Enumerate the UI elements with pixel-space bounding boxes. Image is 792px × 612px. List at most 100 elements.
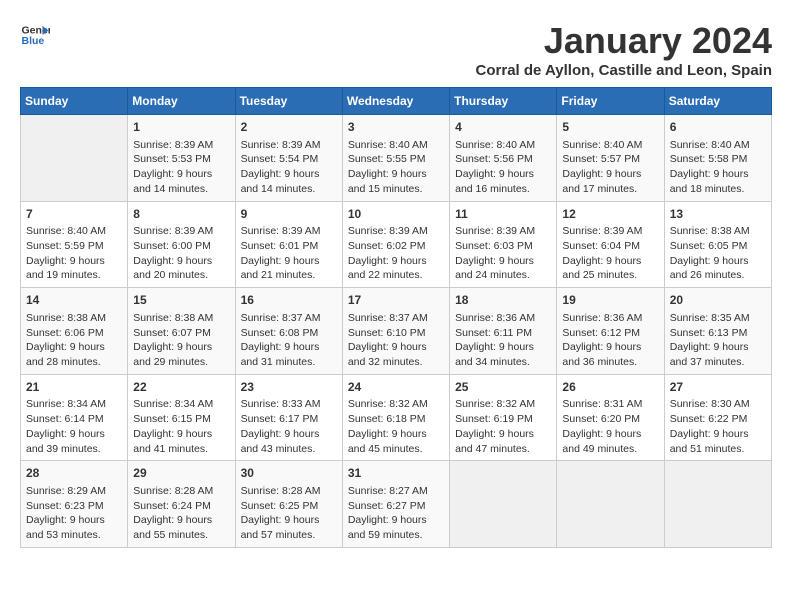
cell-info-line: Daylight: 9 hours	[241, 513, 337, 528]
day-number: 1	[133, 119, 229, 136]
cell-info-line: Sunrise: 8:28 AM	[133, 484, 229, 499]
cell-info-line: Sunrise: 8:34 AM	[133, 397, 229, 412]
cell-info-line: Sunrise: 8:39 AM	[562, 224, 658, 239]
calendar-cell: 19Sunrise: 8:36 AMSunset: 6:12 PMDayligh…	[557, 288, 664, 375]
cell-info-line: Sunrise: 8:34 AM	[26, 397, 122, 412]
day-number: 2	[241, 119, 337, 136]
day-number: 11	[455, 206, 551, 223]
cell-info-line: Daylight: 9 hours	[455, 340, 551, 355]
cell-info-line: Sunset: 6:10 PM	[348, 326, 444, 341]
cell-info-line: and 55 minutes.	[133, 528, 229, 543]
calendar-cell: 26Sunrise: 8:31 AMSunset: 6:20 PMDayligh…	[557, 374, 664, 461]
day-number: 4	[455, 119, 551, 136]
cell-info-line: Daylight: 9 hours	[670, 254, 766, 269]
calendar-cell: 28Sunrise: 8:29 AMSunset: 6:23 PMDayligh…	[21, 461, 128, 548]
week-row-2: 14Sunrise: 8:38 AMSunset: 6:06 PMDayligh…	[21, 288, 772, 375]
cell-info-line: Sunset: 6:20 PM	[562, 412, 658, 427]
cell-info-line: Sunset: 6:05 PM	[670, 239, 766, 254]
cell-info-line: Daylight: 9 hours	[133, 513, 229, 528]
day-number: 24	[348, 379, 444, 396]
cell-info-line: and 20 minutes.	[133, 268, 229, 283]
cell-info-line: Sunset: 6:15 PM	[133, 412, 229, 427]
cell-info-line: and 25 minutes.	[562, 268, 658, 283]
calendar-cell: 11Sunrise: 8:39 AMSunset: 6:03 PMDayligh…	[450, 201, 557, 288]
cell-info-line: Sunset: 5:54 PM	[241, 152, 337, 167]
day-number: 20	[670, 292, 766, 309]
cell-info-line: Sunset: 6:17 PM	[241, 412, 337, 427]
calendar-cell: 18Sunrise: 8:36 AMSunset: 6:11 PMDayligh…	[450, 288, 557, 375]
cell-info-line: Sunset: 6:11 PM	[455, 326, 551, 341]
cell-info-line: Sunrise: 8:40 AM	[455, 138, 551, 153]
calendar-cell: 8Sunrise: 8:39 AMSunset: 6:00 PMDaylight…	[128, 201, 235, 288]
cell-info-line: Sunset: 5:56 PM	[455, 152, 551, 167]
header-tuesday: Tuesday	[235, 88, 342, 115]
cell-info-line: Daylight: 9 hours	[133, 254, 229, 269]
day-number: 25	[455, 379, 551, 396]
calendar-cell: 20Sunrise: 8:35 AMSunset: 6:13 PMDayligh…	[664, 288, 771, 375]
day-number: 14	[26, 292, 122, 309]
calendar-cell: 9Sunrise: 8:39 AMSunset: 6:01 PMDaylight…	[235, 201, 342, 288]
cell-info-line: Daylight: 9 hours	[455, 167, 551, 182]
cell-info-line: Sunset: 6:01 PM	[241, 239, 337, 254]
calendar-table: SundayMondayTuesdayWednesdayThursdayFrid…	[20, 87, 772, 548]
day-number: 19	[562, 292, 658, 309]
cell-info-line: Sunset: 6:25 PM	[241, 499, 337, 514]
cell-info-line: Daylight: 9 hours	[348, 167, 444, 182]
cell-info-line: Daylight: 9 hours	[562, 254, 658, 269]
calendar-cell: 21Sunrise: 8:34 AMSunset: 6:14 PMDayligh…	[21, 374, 128, 461]
cell-info-line: Sunrise: 8:39 AM	[133, 138, 229, 153]
day-number: 18	[455, 292, 551, 309]
calendar-cell: 30Sunrise: 8:28 AMSunset: 6:25 PMDayligh…	[235, 461, 342, 548]
cell-info-line: Daylight: 9 hours	[348, 513, 444, 528]
calendar-cell: 17Sunrise: 8:37 AMSunset: 6:10 PMDayligh…	[342, 288, 449, 375]
logo: General Blue	[20, 20, 50, 50]
calendar-cell: 16Sunrise: 8:37 AMSunset: 6:08 PMDayligh…	[235, 288, 342, 375]
cell-info-line: Daylight: 9 hours	[670, 340, 766, 355]
cell-info-line: and 59 minutes.	[348, 528, 444, 543]
calendar-cell	[450, 461, 557, 548]
day-number: 31	[348, 465, 444, 482]
month-title: January 2024	[476, 20, 772, 62]
cell-info-line: and 45 minutes.	[348, 442, 444, 457]
cell-info-line: Sunrise: 8:39 AM	[241, 224, 337, 239]
cell-info-line: Sunset: 6:14 PM	[26, 412, 122, 427]
cell-info-line: and 43 minutes.	[241, 442, 337, 457]
calendar-body: 1Sunrise: 8:39 AMSunset: 5:53 PMDaylight…	[21, 115, 772, 548]
cell-info-line: Daylight: 9 hours	[26, 427, 122, 442]
cell-info-line: Sunrise: 8:40 AM	[562, 138, 658, 153]
cell-info-line: Daylight: 9 hours	[348, 254, 444, 269]
calendar-cell	[21, 115, 128, 202]
cell-info-line: and 14 minutes.	[241, 182, 337, 197]
cell-info-line: and 41 minutes.	[133, 442, 229, 457]
cell-info-line: and 32 minutes.	[348, 355, 444, 370]
day-number: 16	[241, 292, 337, 309]
cell-info-line: and 47 minutes.	[455, 442, 551, 457]
cell-info-line: and 22 minutes.	[348, 268, 444, 283]
cell-info-line: Sunset: 6:08 PM	[241, 326, 337, 341]
cell-info-line: Sunset: 6:07 PM	[133, 326, 229, 341]
day-number: 7	[26, 206, 122, 223]
cell-info-line: Daylight: 9 hours	[348, 340, 444, 355]
day-number: 17	[348, 292, 444, 309]
week-row-4: 28Sunrise: 8:29 AMSunset: 6:23 PMDayligh…	[21, 461, 772, 548]
day-number: 23	[241, 379, 337, 396]
day-number: 6	[670, 119, 766, 136]
day-number: 8	[133, 206, 229, 223]
calendar-cell: 15Sunrise: 8:38 AMSunset: 6:07 PMDayligh…	[128, 288, 235, 375]
cell-info-line: Sunrise: 8:36 AM	[562, 311, 658, 326]
cell-info-line: Daylight: 9 hours	[562, 340, 658, 355]
cell-info-line: Sunset: 6:18 PM	[348, 412, 444, 427]
day-number: 28	[26, 465, 122, 482]
cell-info-line: Sunrise: 8:32 AM	[455, 397, 551, 412]
cell-info-line: Sunrise: 8:31 AM	[562, 397, 658, 412]
cell-info-line: Daylight: 9 hours	[562, 167, 658, 182]
calendar-cell: 1Sunrise: 8:39 AMSunset: 5:53 PMDaylight…	[128, 115, 235, 202]
calendar-cell: 13Sunrise: 8:38 AMSunset: 6:05 PMDayligh…	[664, 201, 771, 288]
cell-info-line: and 15 minutes.	[348, 182, 444, 197]
title-block: January 2024 Corral de Ayllon, Castille …	[476, 20, 772, 79]
cell-info-line: and 57 minutes.	[241, 528, 337, 543]
cell-info-line: Sunset: 6:02 PM	[348, 239, 444, 254]
week-row-3: 21Sunrise: 8:34 AMSunset: 6:14 PMDayligh…	[21, 374, 772, 461]
calendar-cell: 12Sunrise: 8:39 AMSunset: 6:04 PMDayligh…	[557, 201, 664, 288]
calendar-cell: 4 Sunrise: 8:40 AMSunset: 5:56 PMDaylight…	[450, 115, 557, 202]
